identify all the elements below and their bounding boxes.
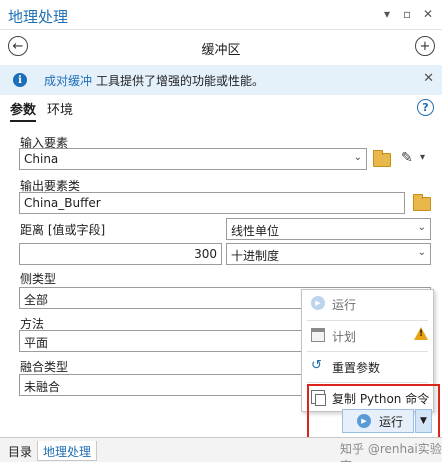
- help-icon[interactable]: ?: [417, 99, 434, 116]
- side-type-label: 侧类型: [20, 272, 57, 286]
- watermark: 知乎 @renhai实验室: [340, 442, 442, 462]
- menu-divider: [307, 320, 428, 321]
- tool-header: 缓冲区 ← +: [0, 31, 442, 63]
- pin-icon[interactable]: ▫: [403, 7, 411, 21]
- menu-item-reset-parameters[interactable]: ↺ 重置参数: [302, 353, 433, 379]
- output-feature-class-input[interactable]: China_Buffer: [19, 192, 405, 214]
- reset-icon: ↺: [311, 358, 322, 373]
- menu-divider: [307, 351, 428, 352]
- info-text: 工具提供了增强的功能或性能。: [96, 74, 265, 88]
- output-feature-class-value: China_Buffer: [24, 196, 101, 210]
- side-type-value: 全部: [24, 293, 49, 307]
- back-icon[interactable]: ←: [8, 36, 28, 56]
- distance-unit-dropdown[interactable]: 十进制度 ⌄: [226, 243, 431, 265]
- dissolve-type-label: 融合类型: [20, 360, 69, 374]
- close-icon[interactable]: ✕: [423, 7, 433, 21]
- folder-icon[interactable]: [373, 150, 391, 167]
- add-icon[interactable]: +: [415, 36, 435, 56]
- highlight-box: [307, 384, 440, 439]
- close-icon[interactable]: ✕: [423, 71, 434, 86]
- pairwise-buffer-link[interactable]: 成对缓冲: [44, 74, 92, 88]
- distance-unit-value: 十进制度: [231, 249, 280, 263]
- calendar-icon: [311, 328, 325, 342]
- pane-title: 地理处理: [8, 8, 69, 26]
- menu-item-schedule[interactable]: 计划: [302, 322, 433, 348]
- play-icon: ▶: [311, 296, 325, 310]
- distance-value: 300: [194, 247, 217, 261]
- distance-type-value: 线性单位: [231, 224, 280, 238]
- chevron-down-icon: ⌄: [417, 247, 426, 258]
- chevron-down-icon: ⌄: [353, 152, 362, 163]
- input-features-value: China: [24, 152, 59, 166]
- distance-label: 距离 [值或字段]: [20, 223, 106, 237]
- chevron-down-icon[interactable]: ▾: [420, 152, 425, 163]
- chevron-down-icon[interactable]: ▾: [384, 7, 390, 21]
- menu-item-label: 重置参数: [332, 361, 381, 375]
- tool-title: 缓冲区: [201, 43, 241, 58]
- menu-item-label: 计划: [332, 330, 357, 344]
- tab-catalog[interactable]: 目录: [3, 441, 37, 461]
- menu-item-label: 运行: [332, 298, 357, 312]
- warning-icon: [414, 327, 428, 340]
- tab-environments[interactable]: 环境: [47, 99, 73, 120]
- chevron-down-icon: ⌄: [417, 222, 426, 233]
- tab-parameters[interactable]: 参数: [10, 99, 37, 122]
- menu-item-run[interactable]: ▶ 运行: [302, 290, 433, 316]
- parameter-tabs: 参数 环境 ?: [0, 99, 442, 122]
- dissolve-type-value: 未融合: [24, 380, 61, 394]
- pane-titlebar: 地理处理 ▾ ▫ ✕: [0, 0, 442, 30]
- method-value: 平面: [24, 336, 49, 350]
- pencil-icon[interactable]: ✎: [401, 150, 413, 166]
- menu-divider: [307, 382, 428, 383]
- folder-icon[interactable]: [413, 194, 431, 211]
- tab-geoprocessing[interactable]: 地理处理: [37, 441, 98, 461]
- distance-value-input[interactable]: 300: [19, 243, 222, 265]
- info-bar: i 成对缓冲 工具提供了增强的功能或性能。 ✕: [0, 65, 442, 95]
- info-message: 成对缓冲 工具提供了增强的功能或性能。: [44, 72, 264, 89]
- input-features-dropdown[interactable]: China ⌄: [19, 148, 367, 170]
- distance-type-dropdown[interactable]: 线性单位 ⌄: [226, 218, 431, 240]
- info-icon: i: [13, 73, 27, 87]
